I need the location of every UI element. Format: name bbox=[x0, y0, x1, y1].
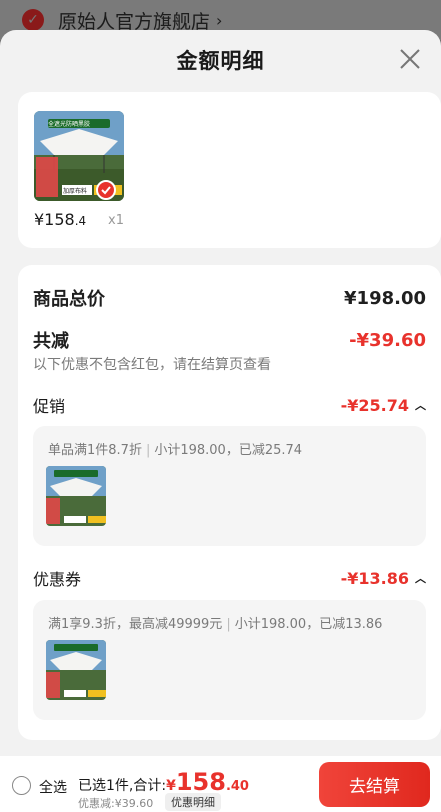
reduce-note: 以下优惠不包含红包，请在结算页查看 bbox=[33, 357, 271, 373]
checkout-button[interactable]: 去结算 bbox=[319, 762, 430, 807]
total-dec: .40 bbox=[225, 779, 249, 794]
sheet-title: 金额明细 bbox=[176, 49, 265, 73]
discount-detail-button[interactable]: 优惠明细 bbox=[165, 793, 221, 811]
product-image-banner: 全遮光防晒黑胶 bbox=[48, 121, 91, 128]
coupon-summary: 小计198.00，已减13.86 bbox=[234, 617, 383, 632]
store-check-icon: ✓ bbox=[22, 9, 44, 31]
coupon-rule-line: 满1享9.3折，最高减49999元 | 小计198.00，已减13.86 bbox=[48, 617, 383, 632]
selected-prefix: 已选1件,合计: bbox=[78, 778, 167, 794]
discount-amount: 优惠减:¥39.60 bbox=[78, 797, 154, 810]
chevron-up-icon[interactable]: ︿ bbox=[415, 397, 426, 413]
promo-summary: 小计198.00，已减25.74 bbox=[154, 443, 303, 458]
coupon-row[interactable]: 优惠券 -¥13.86 ︿ bbox=[33, 566, 426, 590]
promo-row[interactable]: 促销 -¥25.74 ︿ bbox=[33, 393, 426, 417]
coupon-detail-box: 满1享9.3折，最高减49999元 | 小计198.00，已减13.86 bbox=[33, 600, 426, 720]
coupon-value-wrap: -¥13.86 ︿ bbox=[341, 569, 426, 588]
reduce-row: 共减 -¥39.60 bbox=[33, 327, 426, 353]
total-label: 商品总价 bbox=[33, 289, 105, 310]
chevron-up-icon[interactable]: ︿ bbox=[415, 570, 426, 586]
product-qty: x1 bbox=[108, 213, 124, 228]
product-price: ¥158.4 bbox=[34, 210, 86, 229]
promo-value-wrap: -¥25.74 ︿ bbox=[341, 396, 426, 415]
coupon-label: 优惠券 bbox=[33, 570, 82, 589]
reduce-value: -¥39.60 bbox=[349, 329, 426, 351]
selected-check-icon bbox=[96, 180, 116, 200]
select-all-label[interactable]: 全选 bbox=[39, 777, 67, 797]
selected-total: 已选1件,合计: ¥158.40 bbox=[78, 768, 249, 796]
select-all-radio[interactable] bbox=[12, 776, 31, 795]
product-price-dec: .4 bbox=[74, 214, 87, 228]
sheet-header: 金额明细 bbox=[0, 30, 441, 90]
close-icon[interactable] bbox=[397, 46, 423, 72]
promo-rule: 单品满1件8.7折 bbox=[48, 443, 142, 458]
promo-product-image bbox=[46, 466, 106, 526]
product-card: 全遮光防晒黑胶 加厚布料 ¥158.4 x1 bbox=[18, 92, 441, 248]
product-price-int: ¥158 bbox=[34, 210, 75, 229]
reduce-label: 共减 bbox=[33, 331, 69, 352]
checkout-bar: 全选 已选1件,合计: ¥158.40 优惠减:¥39.60 优惠明细 去结算 bbox=[0, 756, 441, 812]
promo-detail-box: 单品满1件8.7折 | 小计198.00，已减25.74 bbox=[33, 426, 426, 546]
total-int: 158 bbox=[175, 768, 226, 796]
promo-label: 促销 bbox=[33, 397, 66, 416]
coupon-product-image bbox=[46, 640, 106, 700]
promo-rule-line: 单品满1件8.7折 | 小计198.00，已减25.74 bbox=[48, 443, 303, 458]
chevron-right-icon: › bbox=[216, 10, 223, 30]
amount-detail-card: 商品总价 ¥198.00 共减 -¥39.60 以下优惠不包含红包，请在结算页查… bbox=[18, 265, 441, 740]
coupon-value: -¥13.86 bbox=[340, 568, 409, 588]
coupon-rule: 满1享9.3折，最高减49999元 bbox=[48, 617, 223, 632]
promo-value: -¥25.74 bbox=[340, 395, 409, 415]
amount-detail-sheet: 金额明细 全遮光防晒黑胶 加厚布料 ¥158.4 x1 商品总价 ¥198.00… bbox=[0, 30, 441, 812]
total-row: 商品总价 ¥198.00 bbox=[33, 285, 426, 311]
total-currency: ¥ bbox=[166, 778, 176, 794]
total-price: ¥158.40 bbox=[166, 768, 249, 796]
total-value: ¥198.00 bbox=[344, 287, 426, 309]
product-image-tag: 加厚布料 bbox=[63, 188, 88, 195]
